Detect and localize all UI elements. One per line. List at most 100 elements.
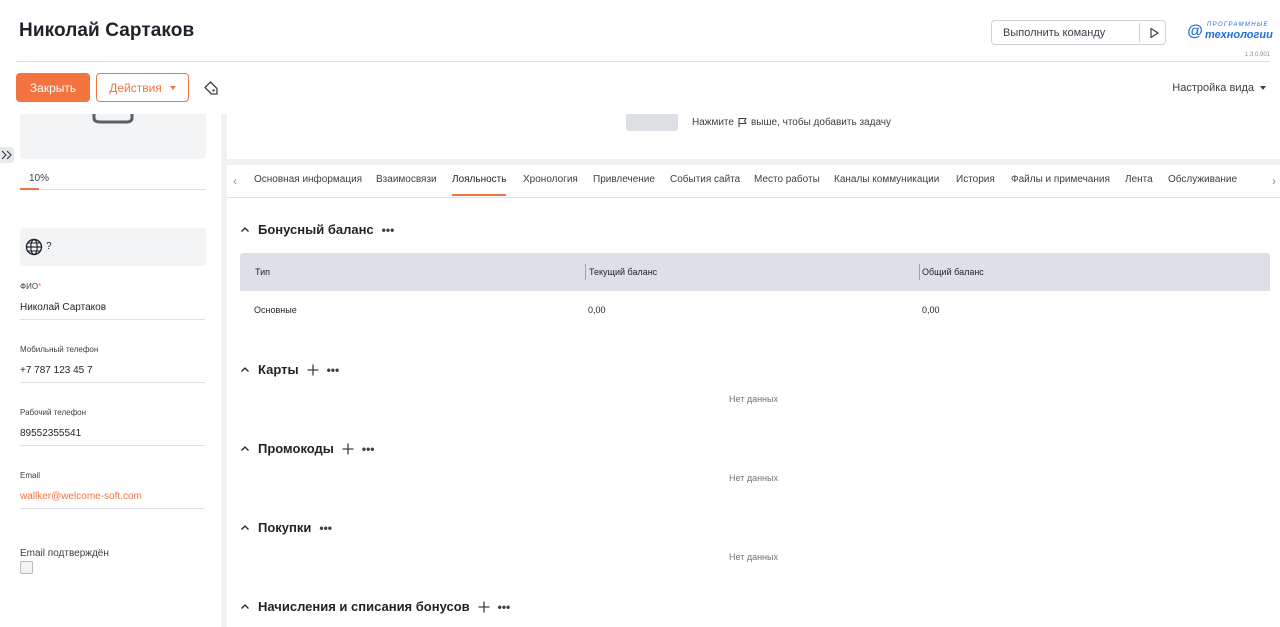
cards-section-title: Карты [258,362,299,377]
chevron-up-icon[interactable] [240,365,250,375]
column-divider[interactable] [919,264,920,280]
double-chevron-right-icon [1,150,12,160]
task-placeholder-icon [626,114,678,131]
field-label: Мобильный телефон [20,345,99,354]
actions-label: Действия [109,80,162,95]
cards-section-header: Карты ••• [240,362,339,377]
field-mobile-phone[interactable]: Мобильный телефон +7 787 123 45 7 [20,345,205,383]
table-cell: Основные [254,305,297,315]
page-title: Николай Сартаков [19,20,195,41]
table-cell: 0,00 [922,305,940,315]
tab-files-notes[interactable]: Файлы и примечания [1011,174,1110,185]
bonus-section-title: Бонусный баланс [258,222,374,237]
tab-workplace[interactable]: Место работы [754,174,820,185]
chevron-up-icon[interactable] [240,225,250,235]
email-link[interactable]: wallker@welcome-soft.com [20,491,205,509]
task-hint-suffix: выше, чтобы добавить задачу [750,117,891,128]
task-hint: Нажмите выше, чтобы добавить задачу [692,117,891,128]
chevron-up-icon[interactable] [240,602,250,612]
more-icon[interactable]: ••• [382,224,395,236]
field-full-name[interactable]: ФИО* Николай Сартаков [20,282,205,320]
field-label: ФИО* [20,282,42,291]
chevron-left-icon[interactable]: ‹ [229,174,241,188]
more-icon[interactable]: ••• [319,522,332,534]
version-label: 1.3.0.901 [1245,52,1271,58]
globe-icon [25,238,43,256]
chevron-right-icon[interactable]: › [1268,174,1280,188]
command-field[interactable]: Выполнить команду [991,20,1166,45]
tab-main-info[interactable]: Основная информация [254,174,362,185]
bonus-section-header: Бонусный баланс ••• [240,222,394,237]
purchases-section-title: Покупки [258,520,312,535]
mobile-phone-value[interactable]: +7 787 123 45 7 [20,365,205,383]
tab-loyalty[interactable]: Лояльность [452,174,507,196]
contact-sidebar: 10% ? ФИО* Николай Сартаков Мобильный те… [0,114,221,627]
language-card[interactable]: ? [20,228,206,266]
tab-communication-channels[interactable]: Каналы коммуникации [834,174,939,185]
more-icon[interactable]: ••• [327,364,340,376]
plus-icon[interactable] [478,601,490,613]
bonus-table: Тип Текущий баланс Общий баланс Основные… [240,253,1270,329]
caret-down-icon [1260,86,1266,90]
column-divider[interactable] [585,264,586,280]
tab-timeline[interactable]: Хронология [523,174,578,185]
accruals-section-title: Начисления и списания бонусов [258,599,470,614]
caret-down-icon [169,85,176,90]
email-confirmed-label: Email подтверждён [20,548,109,559]
bonus-table-header: Тип Текущий баланс Общий баланс [240,253,1270,291]
tab-bar: ‹ Основная информация Взаимосвязи Лояльн… [227,165,1280,198]
more-icon[interactable]: ••• [362,443,375,455]
logo-at-icon: @ [1187,23,1203,40]
action-bar: Закрыть Действия Настройка вида [0,62,1280,114]
column-header: Текущий баланс [589,267,658,277]
close-button[interactable]: Закрыть [16,73,90,102]
command-input[interactable]: Выполнить команду [1003,27,1105,39]
purchases-section-header: Покупки ••• [240,520,332,535]
main-panel: ‹ Основная информация Взаимосвязи Лояльн… [227,165,1280,627]
tab-service[interactable]: Обслуживание [1168,174,1237,185]
language-value: ? [46,241,52,252]
cards-empty-state: Нет данных [729,394,778,404]
promo-empty-state: Нет данных [729,473,778,483]
expand-sidebar-button[interactable] [0,147,14,163]
flag-icon [738,117,747,127]
field-email[interactable]: Email wallker@welcome-soft.com [20,471,205,509]
promo-section-title: Промокоды [258,441,334,456]
tab-site-events[interactable]: События сайта [670,174,740,185]
more-icon[interactable]: ••• [498,601,511,613]
top-header: Николай Сартаков Выполнить команду @ ПРО… [0,0,1280,62]
view-settings-button[interactable]: Настройка вида [1172,82,1266,94]
plus-icon[interactable] [307,364,319,376]
profile-completion-label: 10% [29,173,50,184]
run-command-button[interactable] [1142,21,1166,44]
accruals-section-header: Начисления и списания бонусов ••• [240,599,510,614]
work-phone-value[interactable]: 89552355541 [20,428,205,446]
full-name-value[interactable]: Николай Сартаков [20,302,205,320]
plus-icon[interactable] [342,443,354,455]
task-hint-prefix: Нажмите [692,117,734,128]
tab-feed[interactable]: Лента [1125,174,1153,185]
field-label: Email [20,471,41,480]
logo-text-bottom: технологии [1205,29,1273,41]
tab-relations[interactable]: Взаимосвязи [376,174,437,185]
email-confirmed-checkbox[interactable] [20,561,33,574]
tab-history[interactable]: История [956,174,995,185]
purchases-empty-state: Нет данных [729,552,778,562]
chevron-up-icon[interactable] [240,523,250,533]
company-logo: @ ПРОГРАММНЫЕ технологии [1187,22,1273,44]
task-panel: Нажмите выше, чтобы добавить задачу [227,114,1280,159]
avatar-card [20,114,206,159]
tab-attraction[interactable]: Привлечение [593,174,655,185]
field-work-phone[interactable]: Рабочий телефон 89552355541 [20,408,205,446]
actions-dropdown[interactable]: Действия [96,73,189,102]
column-header: Общий баланс [922,267,984,277]
profile-completion-fill [20,188,39,190]
table-row[interactable]: Основные 0,00 0,00 [240,291,1270,329]
tag-icon[interactable] [202,79,220,97]
table-cell: 0,00 [588,305,606,315]
chevron-up-icon[interactable] [240,444,250,454]
play-icon [1150,27,1159,38]
avatar-icon [92,114,134,124]
profile-completion-bar [20,188,206,190]
column-header: Тип [255,267,271,277]
